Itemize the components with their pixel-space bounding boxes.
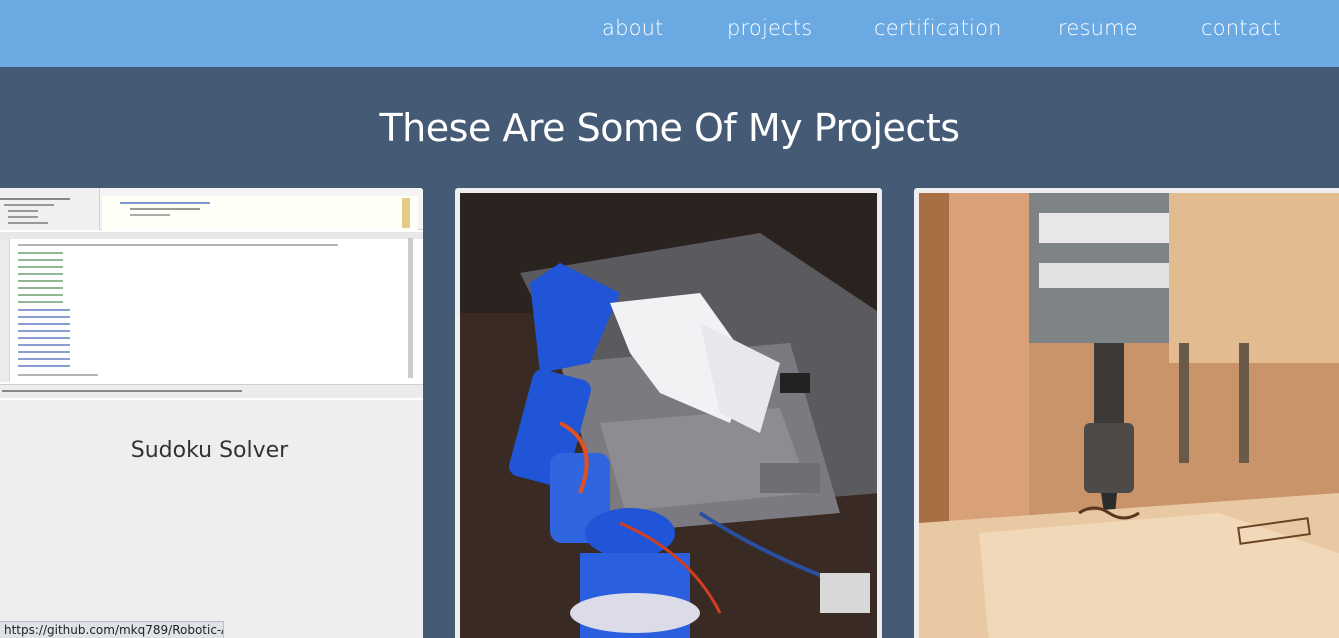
status-link-tooltip: https://github.com/mkq789/Robotic-Arm <box>0 621 224 638</box>
project-thumbnail-robotic-arm <box>460 193 877 638</box>
nav-link-projects[interactable]: projects <box>727 16 812 40</box>
nav-link-about[interactable]: about <box>602 16 664 40</box>
page-title: These Are Some Of My Projects <box>379 106 960 150</box>
ide-run-console <box>0 232 423 382</box>
project-thumbnail-ide-screenshot <box>0 188 423 400</box>
project-thumbnail-cnc-machine <box>919 193 1339 638</box>
project-title: Sudoku Solver <box>130 438 289 463</box>
cnc-machine-photo <box>919 193 1339 638</box>
ide-code-editor <box>102 196 418 230</box>
project-card-cnc-machine[interactable] <box>914 188 1339 638</box>
ide-status-bar <box>0 384 423 398</box>
robotic-arm-photo <box>460 193 877 638</box>
top-navbar: about projects certification resume cont… <box>0 0 1339 67</box>
nav-link-certification[interactable]: certification <box>874 16 1002 40</box>
ide-project-tree <box>0 188 100 230</box>
project-card-robotic-arm[interactable] <box>455 188 882 638</box>
nav-link-resume[interactable]: resume <box>1058 16 1138 40</box>
project-card-sudoku-solver[interactable]: Sudoku Solver <box>0 188 423 638</box>
nav-link-contact[interactable]: contact <box>1201 16 1281 40</box>
ide-top-panel <box>0 188 423 230</box>
